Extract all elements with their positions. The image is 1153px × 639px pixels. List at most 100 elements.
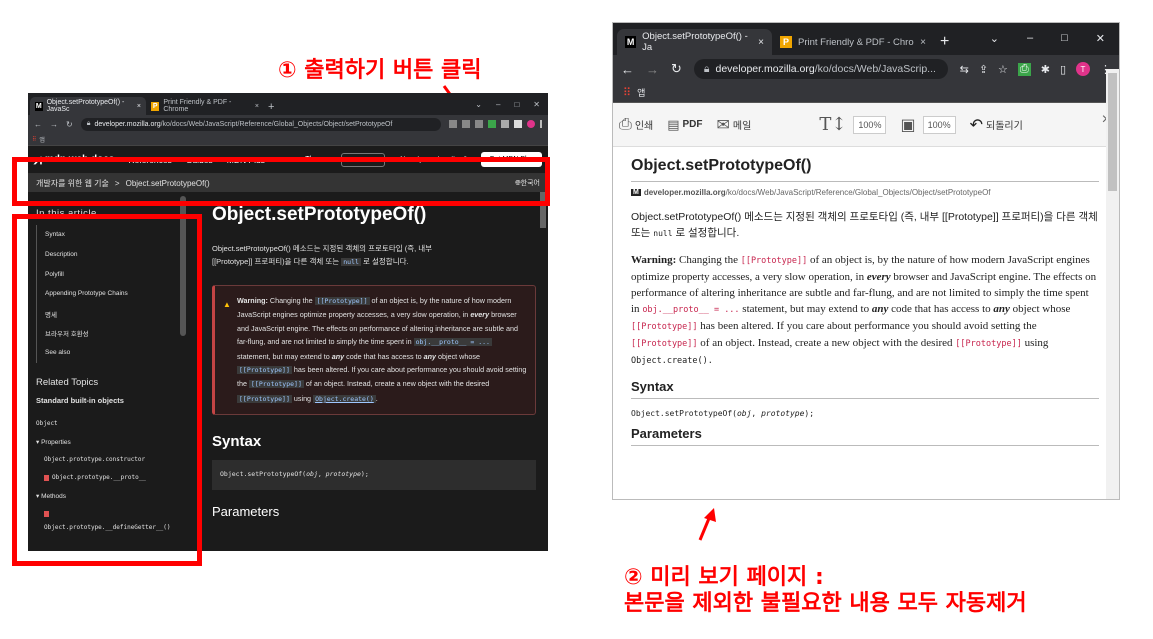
sig-a: Object.setPrototypeOf( bbox=[220, 470, 307, 479]
window-controls: ⌄ – □ ✕ bbox=[475, 100, 548, 115]
forward-icon[interactable]: → bbox=[646, 62, 659, 77]
menu-kebab-icon[interactable] bbox=[540, 120, 542, 128]
bookmark-apps[interactable]: 앱 bbox=[637, 86, 645, 99]
mdn-favicon-icon: M bbox=[625, 36, 637, 48]
syntax-heading: Syntax bbox=[212, 433, 262, 451]
left-url-field[interactable]: 🔒︎ developer.mozilla.org/ko/docs/Web/Jav… bbox=[80, 117, 441, 131]
maximize-icon[interactable]: □ bbox=[1061, 32, 1068, 45]
right-tab-printfriendly-title: Print Friendly & PDF - Chro bbox=[798, 36, 914, 48]
profile-avatar-icon[interactable]: T bbox=[1076, 62, 1090, 76]
left-tab-mdn-title: Object.setPrototypeOf() - JavaSc bbox=[46, 99, 125, 113]
left-tab-mdn[interactable]: M Object.setPrototypeOf() - JavaSc × bbox=[30, 97, 146, 115]
share-icon[interactable] bbox=[462, 120, 470, 128]
preview-source-url: M developer.mozilla.org/ko/docs/Web/Java… bbox=[631, 188, 1099, 197]
image-icon: ▣ bbox=[900, 116, 916, 134]
image-size-control[interactable]: ▣ 100% bbox=[900, 115, 956, 135]
email-button[interactable]: ✉ 메일 bbox=[717, 115, 752, 135]
printfriendly-toolbar: ⎙ 인쇄 ▤ PDF ✉ 메일 T↕ 100% ▣ 100% ↶ 되돌리기 × bbox=[613, 103, 1119, 147]
sig-a: Object.setPrototypeOf( bbox=[631, 409, 737, 418]
print-button[interactable]: ⎙ 인쇄 bbox=[619, 116, 653, 134]
step1-annotation: ① 출력하기 버튼 클릭 bbox=[278, 58, 482, 83]
close-icon[interactable]: × bbox=[137, 103, 141, 110]
object-create-link[interactable]: Object.create() bbox=[313, 394, 376, 403]
right-tab-mdn-title: Object.setPrototypeOf() - Ja bbox=[642, 31, 748, 53]
warn-text: Changing the bbox=[678, 254, 738, 266]
warning-label: Warning: bbox=[631, 254, 677, 266]
printfriendly-extension-icon[interactable] bbox=[488, 120, 496, 128]
extensions-puzzle-icon[interactable] bbox=[501, 120, 509, 128]
apps-grid-icon[interactable]: ⠿ bbox=[623, 86, 631, 99]
close-icon[interactable]: × bbox=[255, 103, 259, 110]
left-address-bar: ← → ↻ 🔒︎ developer.mozilla.org/ko/docs/W… bbox=[28, 115, 548, 133]
profile-avatar-icon[interactable] bbox=[527, 120, 535, 128]
tab-search-icon[interactable]: ⌄ bbox=[990, 32, 999, 45]
emphasis-any: any bbox=[331, 351, 345, 361]
sidepanel-icon[interactable] bbox=[514, 120, 522, 128]
back-icon[interactable]: ← bbox=[34, 120, 42, 129]
new-tab-button[interactable]: + bbox=[934, 33, 955, 55]
close-icon[interactable]: × bbox=[920, 37, 926, 48]
printer-icon: ⎙ bbox=[619, 115, 632, 133]
window-close-icon[interactable]: ✕ bbox=[1096, 32, 1105, 45]
warn-text: of an object. Instead, create a new obje… bbox=[700, 337, 953, 349]
printfriendly-extension-icon[interactable]: ⎙ bbox=[1017, 62, 1031, 76]
right-bookmarks-bar: ⠿ 앱 bbox=[613, 83, 1119, 103]
warning-icon: ▲ bbox=[223, 300, 231, 309]
text-size-value[interactable]: 100% bbox=[853, 115, 887, 134]
null-code: null bbox=[653, 229, 673, 238]
reload-icon[interactable]: ↻ bbox=[66, 120, 73, 129]
text-size-control[interactable]: T↕ 100% bbox=[819, 114, 887, 135]
intro-a: Object.setPrototypeOf() 메소드는 지정된 객체의 프로토… bbox=[212, 244, 433, 253]
sig-proto: prototype bbox=[761, 409, 805, 418]
right-tab-mdn[interactable]: M Object.setPrototypeOf() - Ja × bbox=[617, 29, 772, 55]
sig-obj: obj bbox=[306, 470, 318, 479]
pdf-button[interactable]: ▤ PDF bbox=[667, 117, 702, 133]
left-tab-printfriendly[interactable]: P Print Friendly & PDF - Chrome × bbox=[146, 97, 264, 115]
sidepanel-icon[interactable]: ▯ bbox=[1060, 63, 1066, 76]
pdf-icon: ▤ bbox=[667, 116, 680, 132]
lock-icon: 🔒︎ bbox=[86, 120, 91, 127]
intro-paragraph: Object.setPrototypeOf() 메소드는 지정된 객체의 프로토… bbox=[212, 242, 536, 269]
bookmark-star-icon[interactable]: ☆ bbox=[998, 63, 1008, 76]
maximize-icon[interactable]: □ bbox=[514, 100, 519, 109]
back-icon[interactable]: ← bbox=[621, 62, 634, 77]
reload-icon[interactable]: ↻ bbox=[671, 61, 682, 77]
minimize-icon[interactable]: – bbox=[1027, 32, 1033, 45]
right-extensions: ⇆ ⇪ ☆ ⎙ ✱ ▯ T ⋮ bbox=[960, 62, 1111, 76]
right-url-field[interactable]: 🔒︎ developer.mozilla.org/ko/docs/Web/Jav… bbox=[693, 59, 948, 79]
minimize-icon[interactable]: – bbox=[496, 100, 500, 109]
forward-icon[interactable]: → bbox=[50, 120, 58, 129]
warning-label: Warning: bbox=[237, 296, 268, 305]
close-icon[interactable]: × bbox=[758, 37, 764, 48]
code-prototype: [[Prototype]] bbox=[631, 322, 698, 332]
extensions-puzzle-icon[interactable]: ✱ bbox=[1041, 63, 1050, 76]
sidebar-highlight-box bbox=[12, 214, 202, 566]
bookmark-apps[interactable]: 앱 bbox=[39, 135, 45, 144]
left-extensions bbox=[449, 120, 542, 128]
tab-search-icon[interactable]: ⌄ bbox=[475, 100, 482, 109]
intro-b: 로 설정합니다. bbox=[675, 227, 740, 239]
bookmark-star-icon[interactable] bbox=[475, 120, 483, 128]
text-size-icon: T↕ bbox=[819, 114, 847, 135]
apps-grid-icon[interactable]: ⠿ bbox=[32, 136, 36, 143]
window-controls: ⌄ – □ ✕ bbox=[990, 32, 1119, 55]
preview-parameters-heading: Parameters bbox=[631, 426, 1099, 446]
email-label: 메일 bbox=[732, 121, 752, 132]
new-tab-button[interactable]: + bbox=[264, 101, 278, 115]
undo-button[interactable]: ↶ 되돌리기 bbox=[970, 115, 1023, 135]
image-size-value[interactable]: 100% bbox=[922, 115, 956, 134]
translate-icon[interactable] bbox=[449, 120, 457, 128]
emphasis-any: any bbox=[423, 351, 436, 361]
page-title: Object.setPrototypeOf() bbox=[212, 204, 427, 225]
right-tab-printfriendly[interactable]: P Print Friendly & PDF - Chro × bbox=[772, 29, 934, 55]
code-prototype: [[Prototype]] bbox=[740, 256, 808, 266]
share-icon[interactable]: ⇪ bbox=[979, 63, 988, 76]
object-create-code: Object.create(). bbox=[631, 356, 713, 366]
warn-text: of an object. Instead, create a new obje… bbox=[305, 379, 490, 389]
window-close-icon[interactable]: ✕ bbox=[533, 100, 540, 109]
emphasis-every: every bbox=[470, 310, 490, 320]
intro-b: [[Prototype]] 프로퍼티)을 다른 객체 또는 bbox=[212, 257, 340, 266]
url-path: /ko/docs/Web/JavaScript/Reference/Global… bbox=[160, 120, 393, 128]
translate-icon[interactable]: ⇆ bbox=[960, 63, 969, 76]
print-label: 인쇄 bbox=[634, 121, 654, 132]
